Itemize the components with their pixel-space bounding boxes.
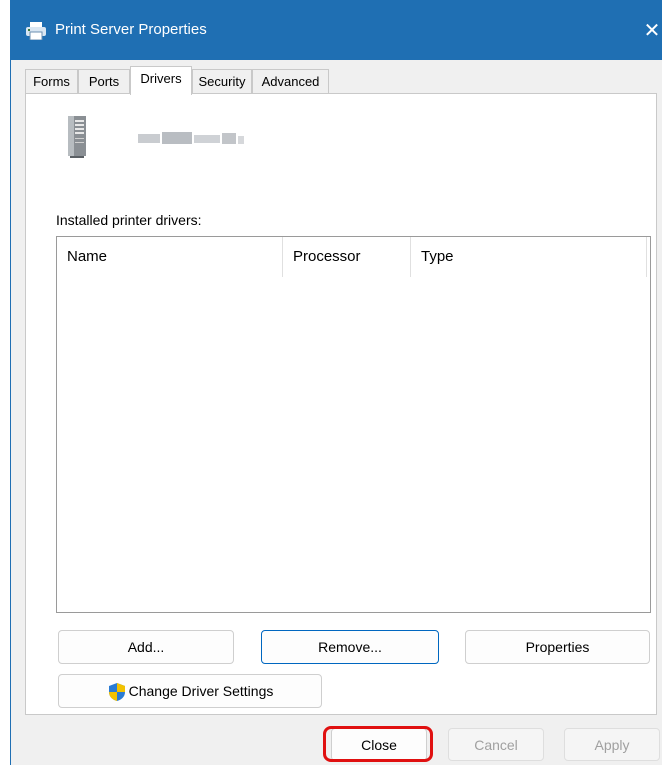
printer-icon bbox=[26, 22, 46, 40]
apply-button[interactable]: Apply bbox=[564, 728, 660, 761]
installed-drivers-label: Installed printer drivers: bbox=[56, 212, 202, 228]
print-server-properties-window: Print Server Properties ✕ Forms Ports Dr… bbox=[10, 0, 662, 765]
column-header-processor[interactable]: Processor bbox=[283, 237, 411, 277]
tab-drivers[interactable]: Drivers bbox=[130, 66, 192, 95]
server-tower-icon bbox=[68, 116, 86, 158]
change-driver-settings-button[interactable]: Change Driver Settings bbox=[58, 674, 322, 708]
remove-button[interactable]: Remove... bbox=[261, 630, 439, 664]
tab-security[interactable]: Security bbox=[192, 69, 252, 94]
add-button[interactable]: Add... bbox=[58, 630, 234, 664]
list-header: Name Processor Type bbox=[57, 237, 650, 277]
title-bar: Print Server Properties ✕ bbox=[11, 0, 662, 60]
column-header-name[interactable]: Name bbox=[57, 237, 283, 277]
tab-ports[interactable]: Ports bbox=[78, 69, 130, 94]
server-name-redacted bbox=[138, 132, 244, 144]
drivers-list[interactable]: Name Processor Type bbox=[56, 236, 651, 613]
close-icon[interactable]: ✕ bbox=[641, 14, 662, 48]
cancel-button[interactable]: Cancel bbox=[448, 728, 544, 761]
tab-advanced[interactable]: Advanced bbox=[252, 69, 329, 94]
drivers-panel: Installed printer drivers: Name Processo… bbox=[25, 93, 657, 715]
column-header-type[interactable]: Type bbox=[411, 237, 647, 277]
close-button[interactable]: Close bbox=[331, 728, 427, 761]
tab-forms[interactable]: Forms bbox=[25, 69, 78, 94]
change-driver-settings-label: Change Driver Settings bbox=[128, 683, 274, 699]
properties-button[interactable]: Properties bbox=[465, 630, 650, 664]
uac-shield-icon bbox=[108, 683, 125, 702]
window-title: Print Server Properties bbox=[55, 21, 207, 38]
